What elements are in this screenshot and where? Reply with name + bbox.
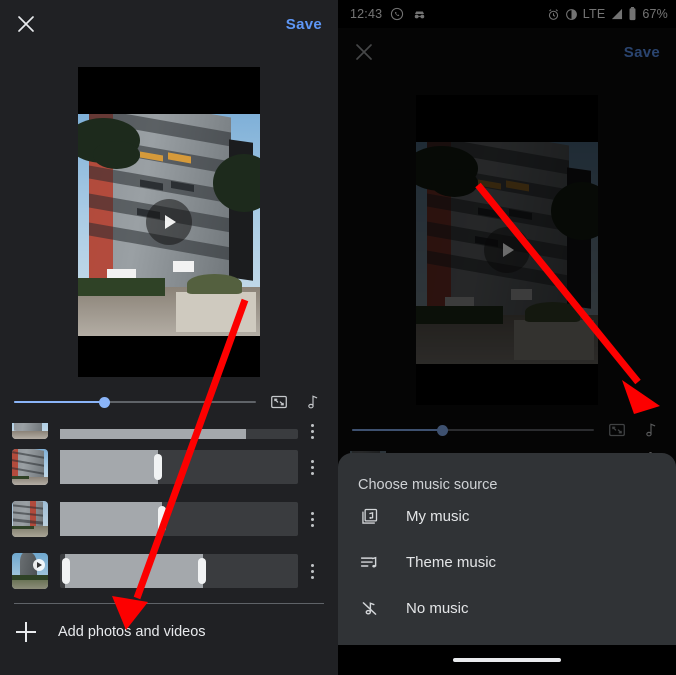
clip-row[interactable] bbox=[12, 549, 326, 593]
sheet-item-theme-music[interactable]: Theme music bbox=[338, 539, 676, 585]
sheet-item-my-music[interactable]: My music bbox=[338, 493, 676, 539]
close-icon[interactable] bbox=[16, 14, 36, 34]
clip-trim-bar[interactable] bbox=[60, 554, 298, 588]
video-preview[interactable] bbox=[78, 67, 260, 377]
crop-resize-icon[interactable] bbox=[268, 391, 290, 413]
save-button[interactable]: Save bbox=[286, 16, 322, 33]
video-preview-container bbox=[0, 48, 338, 377]
add-photos-and-videos-label: Add photos and videos bbox=[58, 624, 206, 640]
trim-handle-right[interactable] bbox=[158, 506, 167, 532]
overflow-menu-icon[interactable] bbox=[298, 459, 326, 475]
slider-thumb[interactable] bbox=[98, 396, 110, 408]
clip-trim-bar[interactable] bbox=[60, 429, 298, 439]
gesture-nav-bar bbox=[338, 645, 676, 675]
clip-thumbnail[interactable] bbox=[12, 449, 48, 485]
sheet-title: Choose music source bbox=[358, 477, 498, 493]
sheet-item-no-music[interactable]: No music bbox=[338, 585, 676, 631]
clip-thumbnail[interactable] bbox=[12, 553, 48, 589]
play-icon[interactable] bbox=[146, 199, 192, 245]
app-bar-left: Save bbox=[0, 0, 338, 48]
my-music-icon bbox=[358, 505, 380, 527]
clip-list bbox=[0, 423, 338, 593]
music-note-icon[interactable] bbox=[302, 391, 324, 413]
theme-music-icon bbox=[358, 551, 380, 573]
left-screen: Save Add photos and videos bbox=[0, 0, 338, 675]
sheet-item-label: No music bbox=[406, 599, 469, 617]
trim-handle-left[interactable] bbox=[62, 558, 71, 584]
overflow-menu-icon[interactable] bbox=[298, 563, 326, 579]
sheet-item-label: Theme music bbox=[406, 553, 497, 571]
clip-thumbnail[interactable] bbox=[12, 423, 48, 439]
home-gesture-pill[interactable] bbox=[453, 658, 561, 662]
overflow-menu-icon[interactable] bbox=[298, 424, 326, 439]
trim-handle-right[interactable] bbox=[198, 558, 207, 584]
video-badge-icon bbox=[33, 559, 45, 571]
clip-trim-bar[interactable] bbox=[60, 450, 298, 484]
choose-music-source-sheet: Choose music source My music Theme music… bbox=[338, 453, 676, 645]
clip-row-partial[interactable] bbox=[12, 423, 326, 439]
playback-controls bbox=[0, 377, 338, 423]
scrub-slider[interactable] bbox=[14, 395, 256, 409]
trim-handle-right[interactable] bbox=[153, 454, 162, 480]
clip-row[interactable] bbox=[12, 445, 326, 489]
screenshot-root: Save Add photos and videos Choose music … bbox=[0, 0, 676, 675]
right-screen: 12:43 LTE bbox=[338, 0, 676, 675]
clip-thumbnail[interactable] bbox=[12, 501, 48, 537]
no-music-icon bbox=[358, 597, 380, 619]
add-photos-and-videos-button[interactable]: Add photos and videos bbox=[0, 604, 338, 660]
plus-icon bbox=[16, 622, 36, 642]
clip-trim-bar[interactable] bbox=[60, 502, 298, 536]
overflow-menu-icon[interactable] bbox=[298, 511, 326, 527]
clip-row[interactable] bbox=[12, 497, 326, 541]
sheet-item-label: My music bbox=[406, 507, 470, 525]
